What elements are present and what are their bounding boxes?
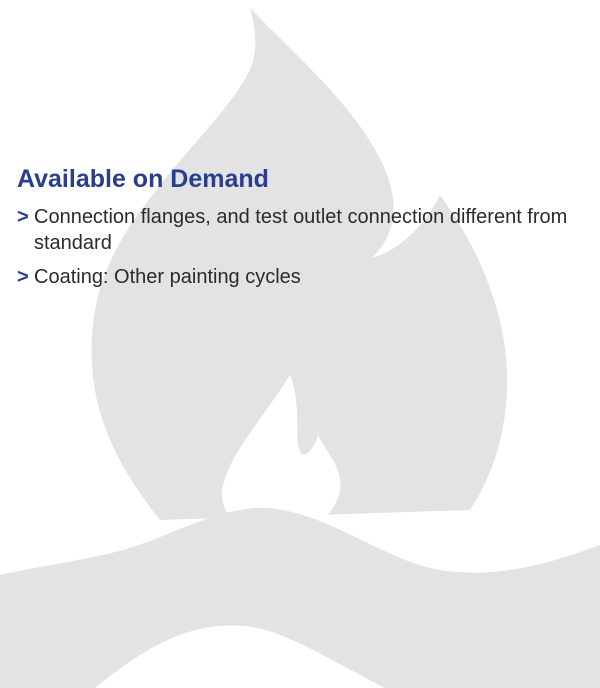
list-item-text: Connection flanges, and test outlet conn… (34, 206, 568, 254)
list-item-text: Coating: Other painting cycles (34, 266, 301, 288)
list-item: > Connection flanges, and test outlet co… (17, 204, 577, 256)
chevron-right-icon: > (17, 206, 29, 228)
chevron-right-icon: > (17, 266, 29, 288)
list-item: > Coating: Other painting cycles (17, 264, 577, 290)
section-heading: Available on Demand (17, 165, 269, 193)
flame-icon (0, 8, 600, 688)
available-on-demand-section: Available on Demand > Connection flanges… (17, 164, 577, 298)
feature-list: > Connection flanges, and test outlet co… (17, 204, 577, 290)
